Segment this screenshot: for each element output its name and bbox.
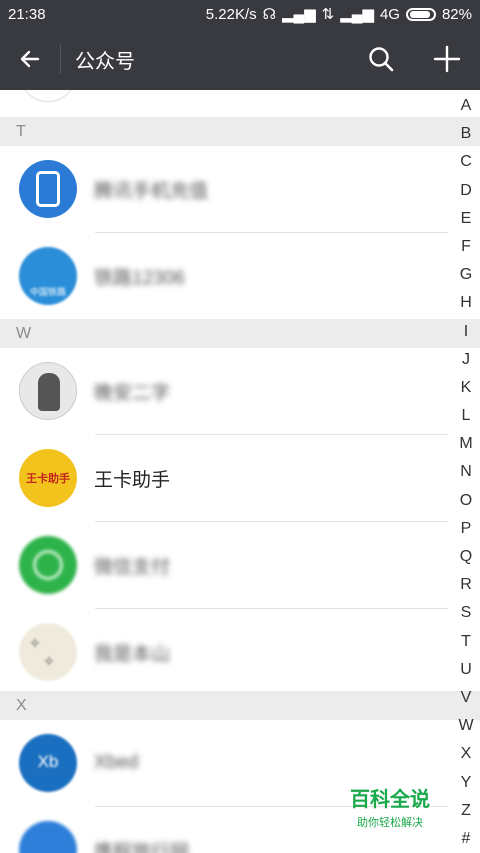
alphabet-index[interactable]: A B C D E F G H I J K L M N O P Q R S T U V W X Y Z #	[452, 92, 480, 853]
index-letter[interactable]: U	[460, 656, 472, 684]
avatar-text: 中国铁路	[29, 287, 66, 297]
back-arrow-icon	[20, 50, 40, 68]
index-letter[interactable]: T	[461, 628, 471, 656]
plus-icon	[433, 45, 461, 73]
sparkle-icon: ✧	[29, 635, 41, 651]
list-item[interactable]: ✧ ✧ 我是本山	[0, 609, 448, 695]
search-button[interactable]	[348, 28, 414, 90]
index-letter[interactable]: M	[459, 430, 472, 458]
avatar-text: 王卡助手	[26, 473, 70, 485]
section-header-w: W	[0, 319, 480, 348]
list-item[interactable]: 腾讯手机充值	[0, 146, 448, 232]
battery-level: 82%	[441, 5, 472, 23]
avatar	[19, 362, 77, 420]
index-letter[interactable]: N	[460, 458, 472, 486]
avatar: 王卡助手	[19, 449, 77, 507]
account-name: 我是本山	[94, 643, 171, 665]
data-transfer-icon: ⇅	[321, 6, 335, 23]
search-icon	[369, 47, 394, 72]
account-name: 王卡助手	[94, 469, 171, 491]
avatar-text: Xb	[37, 752, 59, 771]
index-letter[interactable]: J	[462, 346, 470, 374]
network-speed: 5.22K/s	[205, 5, 257, 23]
index-letter[interactable]: L	[462, 402, 471, 430]
list-item[interactable]: 晚安二字	[0, 348, 448, 434]
status-time: 21:38	[8, 5, 46, 23]
page-title: 公众号	[75, 50, 135, 73]
partial-avatar	[19, 90, 77, 102]
list-item[interactable]: 王卡助手 王卡助手	[0, 435, 448, 521]
list-item[interactable]: 微信支付	[0, 522, 448, 608]
avatar-figure	[38, 373, 60, 411]
avatar	[19, 536, 77, 594]
index-letter[interactable]: D	[460, 177, 472, 205]
section-header-t: T	[0, 117, 480, 146]
index-letter[interactable]: K	[461, 374, 472, 402]
account-name: 微信支付	[94, 556, 171, 578]
index-letter[interactable]: V	[461, 684, 472, 712]
index-letter[interactable]: X	[461, 740, 472, 768]
section-header-x: X	[0, 691, 480, 720]
status-right: 5.22K/s ☊ ▂▄▆ ⇅ ▂▄▆ 4G 82%	[205, 5, 472, 24]
avatar: 中国铁路	[19, 247, 77, 305]
avatar-circle	[33, 550, 63, 580]
index-letter[interactable]: Q	[460, 543, 472, 571]
index-letter[interactable]: G	[460, 261, 472, 289]
index-letter[interactable]: I	[464, 318, 468, 346]
avatar: ✧ ✧	[19, 623, 77, 681]
index-letter[interactable]: S	[461, 599, 472, 627]
avatar	[19, 821, 77, 853]
avatar	[19, 160, 77, 218]
signal-icon-2: ▂▄▆	[340, 6, 374, 23]
index-letter[interactable]: C	[460, 148, 472, 176]
account-name: 携程旅行网	[94, 841, 190, 853]
account-name: 晚安二字	[94, 382, 171, 404]
phone-shape	[36, 171, 60, 207]
index-letter[interactable]: O	[460, 487, 472, 515]
sparkle-icon: ✧	[43, 653, 55, 669]
signal-icon: ▂▄▆	[281, 6, 316, 23]
index-letter[interactable]: A	[461, 92, 472, 120]
watermark-title: 百科全说	[350, 789, 430, 811]
watermark-subtitle: 助你轻松解决	[357, 817, 423, 829]
index-letter[interactable]: E	[461, 205, 472, 233]
index-letter[interactable]: H	[460, 289, 472, 317]
watermark: 百科全说 助你轻松解决	[350, 783, 430, 830]
index-letter[interactable]: P	[461, 515, 472, 543]
network-type: 4G	[379, 5, 400, 23]
index-letter[interactable]: F	[461, 233, 471, 261]
headset-icon: ☊	[262, 6, 276, 23]
official-accounts-list[interactable]: T 腾讯手机充值 中国铁路 铁路12306 W 晚安二字 王卡助手 王卡助手 微…	[0, 90, 480, 853]
avatar: Xb	[19, 734, 77, 792]
account-name: Xbed	[94, 752, 139, 773]
index-letter[interactable]: Y	[461, 769, 472, 797]
appbar-divider	[60, 44, 61, 74]
account-name: 腾讯手机充值	[94, 180, 209, 202]
list-item[interactable]: 中国铁路 铁路12306	[0, 233, 448, 319]
account-name: 铁路12306	[94, 267, 185, 289]
index-letter[interactable]: #	[462, 825, 471, 853]
index-letter[interactable]: Z	[461, 797, 471, 825]
back-button[interactable]	[0, 28, 60, 90]
battery-icon	[405, 7, 436, 21]
index-letter[interactable]: B	[461, 120, 472, 148]
add-button[interactable]	[414, 28, 480, 90]
status-bar: 21:38 5.22K/s ☊ ▂▄▆ ⇅ ▂▄▆ 4G 82%	[0, 0, 480, 28]
app-bar: 公众号	[0, 28, 480, 90]
index-letter[interactable]: R	[460, 571, 472, 599]
index-letter[interactable]: W	[458, 712, 473, 740]
